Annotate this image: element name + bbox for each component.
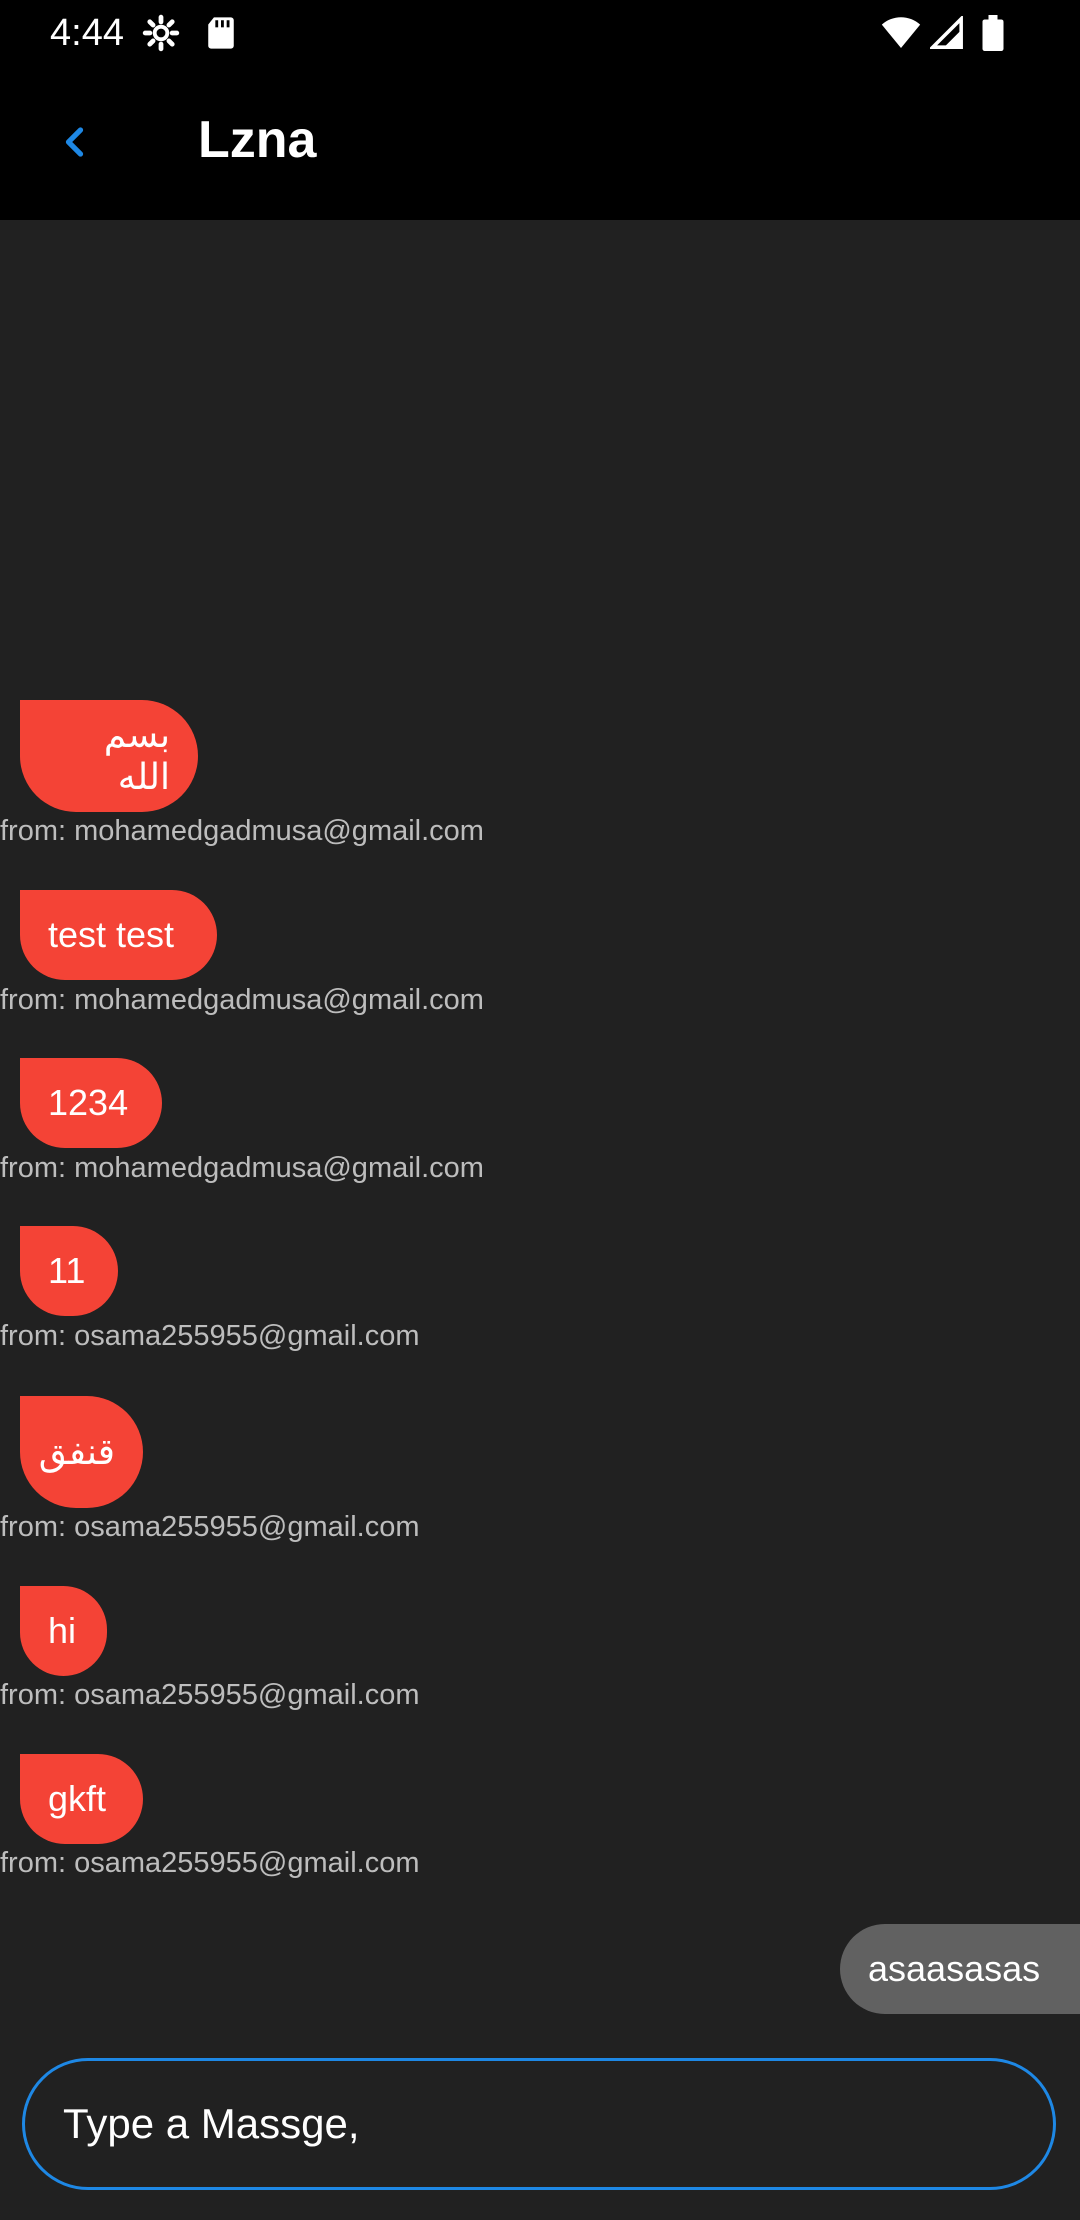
back-button[interactable] bbox=[40, 106, 112, 178]
message-sender: from: osama255955@gmail.com bbox=[0, 1511, 420, 1543]
wifi-icon bbox=[880, 12, 922, 54]
message-bubble: بسم الله bbox=[20, 700, 198, 812]
status-time: 4:44 bbox=[50, 12, 124, 54]
message-sender: from: osama255955@gmail.com bbox=[0, 1847, 420, 1879]
message-input[interactable] bbox=[22, 2058, 1056, 2190]
message-bubble: gkft bbox=[20, 1754, 143, 1844]
message-sender: from: mohamedgadmusa@gmail.com bbox=[0, 984, 484, 1016]
message-bubble: 1234 bbox=[20, 1058, 162, 1148]
cell-signal-icon bbox=[926, 12, 968, 54]
message-bubble: قنفق bbox=[20, 1396, 143, 1508]
status-bar: 4:44 bbox=[0, 0, 1080, 66]
message-bubble: test test bbox=[20, 890, 217, 980]
app-bar: Lzna bbox=[0, 66, 1080, 220]
battery-icon bbox=[972, 12, 1014, 54]
chat-title: Lzna bbox=[198, 111, 317, 169]
message-sender: from: mohamedgadmusa@gmail.com bbox=[0, 1152, 484, 1184]
sd-card-icon bbox=[200, 12, 242, 54]
message-sender: from: osama255955@gmail.com bbox=[0, 1679, 420, 1711]
settings-gear-icon bbox=[140, 12, 182, 54]
sent-message-bubble: asaasasas bbox=[840, 1924, 1080, 2014]
message-bubble: 11 bbox=[20, 1226, 118, 1316]
chevron-left-icon bbox=[65, 127, 84, 157]
message-sender: from: osama255955@gmail.com bbox=[0, 1320, 420, 1352]
message-list[interactable]: بسم الله from: mohamedgadmusa@gmail.com … bbox=[0, 220, 1080, 2050]
message-bubble: hi bbox=[20, 1586, 107, 1676]
message-sender: from: mohamedgadmusa@gmail.com bbox=[0, 815, 484, 847]
